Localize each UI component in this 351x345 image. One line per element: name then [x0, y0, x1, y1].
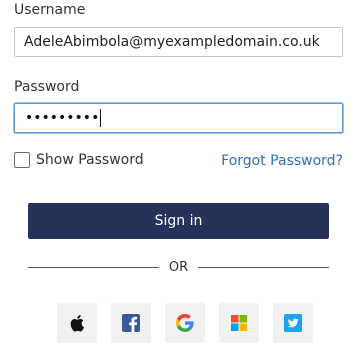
twitter-icon — [284, 314, 302, 332]
or-text: OR — [168, 259, 189, 275]
show-password-label[interactable]: Show Password — [36, 152, 144, 168]
social-login-buttons — [57, 303, 313, 343]
show-password-row[interactable]: Show Password — [14, 152, 144, 168]
google-login-button[interactable] — [165, 303, 205, 343]
apple-icon — [70, 315, 84, 332]
separator-line-left — [28, 266, 159, 268]
separator-line-right — [198, 266, 330, 268]
password-masked-value: ••••••••• — [25, 110, 100, 126]
or-separator: OR — [28, 258, 330, 276]
forgot-password-link[interactable]: Forgot Password? — [221, 153, 343, 169]
show-password-checkbox[interactable] — [14, 152, 30, 168]
facebook-login-button[interactable] — [111, 303, 151, 343]
twitter-login-button[interactable] — [273, 303, 313, 343]
password-input[interactable]: ••••••••• — [25, 104, 102, 132]
password-label: Password — [14, 79, 80, 95]
password-field[interactable]: ••••••••• — [14, 103, 343, 133]
username-input[interactable] — [15, 28, 342, 56]
google-icon — [176, 314, 194, 332]
apple-login-button[interactable] — [57, 303, 97, 343]
sign-in-button[interactable]: Sign in — [28, 203, 329, 239]
facebook-icon — [122, 314, 140, 332]
microsoft-login-button[interactable] — [219, 303, 259, 343]
login-form: Username Password ••••••••• Show Passwor… — [0, 0, 351, 345]
microsoft-icon — [231, 315, 247, 331]
username-field-wrapper — [14, 27, 343, 57]
text-caret — [100, 109, 102, 127]
username-label: Username — [14, 2, 86, 18]
